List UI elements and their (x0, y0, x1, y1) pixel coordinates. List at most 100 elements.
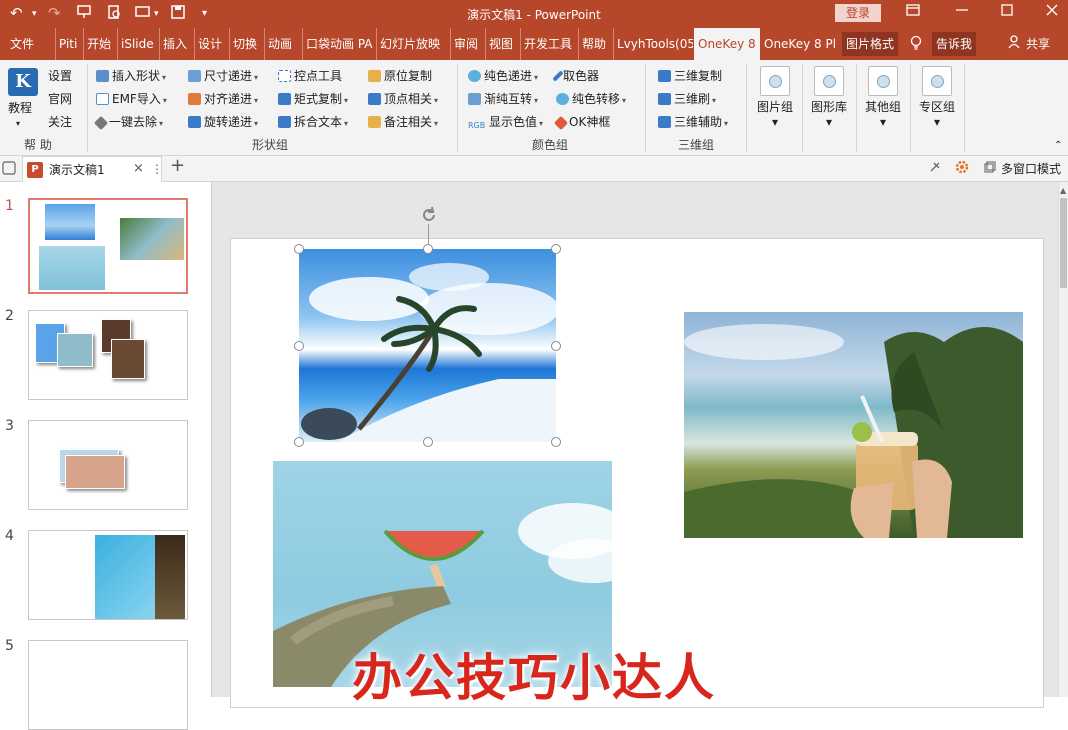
gear-icon[interactable] (955, 160, 969, 178)
show-color-value-button[interactable]: RGB 显示色值 ▾ (468, 114, 543, 132)
minimize-icon[interactable] (955, 3, 969, 21)
tab-menu-icon[interactable]: ⋮ (151, 161, 163, 177)
tab-islide[interactable]: iSlide (117, 28, 154, 60)
maximize-icon[interactable] (1000, 3, 1014, 21)
resize-handle[interactable] (294, 244, 304, 254)
resize-handle[interactable] (423, 244, 433, 254)
tab-help[interactable]: 帮助 (578, 28, 606, 60)
threed-brush-button[interactable]: 三维刷 ▾ (658, 91, 716, 109)
settings-button[interactable]: 设置 (48, 68, 72, 84)
ribbon-display-options-icon[interactable] (906, 3, 920, 21)
shape-library-button[interactable]: 图形库 ▾ (808, 100, 850, 130)
resize-handle[interactable] (423, 437, 433, 447)
resize-handle[interactable] (294, 437, 304, 447)
k-logo-icon[interactable]: K (8, 68, 38, 96)
matrix-copy-icon (278, 93, 291, 105)
solid-color-step-button[interactable]: 纯色递进 ▾ (468, 68, 538, 86)
align-step-button[interactable]: 对齐递进 ▾ (188, 91, 258, 109)
slide-thumbnail-1[interactable] (28, 198, 188, 294)
slide-thumbnail-4[interactable] (28, 530, 188, 620)
tab-review[interactable]: 审阅 (450, 28, 478, 60)
multi-window-mode-button[interactable]: 多窗口模式 (1001, 161, 1061, 177)
threed-copy-button[interactable]: 三维复制 (658, 68, 722, 84)
slide-thumbnail-pane: 1 2 3 4 5 (0, 182, 212, 730)
drink-beach-image[interactable] (684, 312, 1023, 538)
other-group-button[interactable]: 其他组 ▾ (862, 100, 904, 130)
tab-design[interactable]: 设计 (194, 28, 222, 60)
tab-transitions[interactable]: 切换 (229, 28, 257, 60)
insert-shape-button[interactable]: 插入形状 ▾ (96, 68, 166, 86)
gradient-solid-convert-button[interactable]: 渐纯互转 ▾ (468, 91, 538, 109)
slide-thumbnail-2[interactable] (28, 310, 188, 400)
multi-window-icon[interactable] (984, 161, 996, 177)
watermark-text: 办公技巧小达人 (352, 649, 716, 707)
powerpoint-file-icon: P (27, 162, 43, 178)
tab-onekey8-plus[interactable]: OneKey 8 Pl (764, 28, 840, 60)
one-click-remove-button[interactable]: 一键去除 ▾ (93, 114, 163, 132)
threed-brush-icon (658, 93, 671, 105)
resize-handle[interactable] (294, 341, 304, 351)
tab-insert[interactable]: 插入 (159, 28, 187, 60)
rotate-step-button[interactable]: 旋转递进 ▾ (188, 114, 258, 132)
pin-icon[interactable] (928, 160, 942, 178)
notes-related-button[interactable]: 备注相关 ▾ (368, 114, 438, 132)
tell-me-search[interactable]: 告诉我 (932, 32, 977, 56)
split-merge-icon (278, 116, 291, 128)
login-button[interactable]: 登录 (835, 4, 881, 22)
size-step-button[interactable]: 尺寸递进 ▾ (188, 68, 258, 86)
tab-lvyhtools[interactable]: LvyhTools(05 (613, 28, 693, 60)
tab-piti[interactable]: Piti (55, 28, 77, 60)
handle-tool-button[interactable]: 控点工具 (278, 68, 342, 84)
rotate-handle-icon[interactable] (419, 205, 439, 225)
document-tab-bar: P 演示文稿1 × ⋮ + 多窗口模式 (0, 156, 1068, 182)
color-transfer-icon (556, 93, 569, 105)
tab-home[interactable]: 开始 (83, 28, 111, 60)
tutorial-button[interactable]: 教程 (8, 100, 32, 116)
split-merge-text-button[interactable]: 拆合文本 ▾ (278, 114, 348, 132)
special-zone-icon[interactable] (922, 66, 952, 96)
align-step-icon (188, 93, 201, 105)
collapse-ribbon-icon[interactable]: ⌃ (1054, 138, 1062, 154)
tab-view[interactable]: 视图 (485, 28, 513, 60)
document-tab[interactable]: P 演示文稿1 × ⋮ (22, 156, 163, 182)
scroll-up-icon[interactable]: ▲ (1060, 186, 1066, 195)
group-separator (802, 64, 803, 152)
color-picker-button[interactable]: 取色器 (552, 68, 599, 84)
picture-group-icon[interactable] (760, 66, 790, 96)
shape-library-icon[interactable] (814, 66, 844, 96)
follow-button[interactable]: 关注 (48, 114, 72, 130)
tab-picture-format[interactable]: 图片格式 (842, 32, 899, 56)
website-button[interactable]: 官网 (48, 91, 72, 107)
beach-palm-image[interactable] (299, 249, 556, 442)
ok-magic-frame-button[interactable]: OK神框 (553, 114, 610, 131)
slide-thumbnail-3[interactable] (28, 420, 188, 510)
tab-developer[interactable]: 开发工具 (520, 28, 572, 60)
in-place-copy-button[interactable]: 原位复制 (368, 68, 432, 84)
resize-handle[interactable] (551, 341, 561, 351)
tab-onekey8[interactable]: OneKey 8 (694, 28, 760, 60)
tab-animations[interactable]: 动画 (264, 28, 292, 60)
other-group-icon[interactable] (868, 66, 898, 96)
resize-handle[interactable] (551, 244, 561, 254)
picture-group-button[interactable]: 图片组 ▾ (754, 100, 796, 130)
special-zone-button[interactable]: 专区组 ▾ (916, 100, 958, 130)
close-tab-icon[interactable]: × (133, 161, 144, 177)
pane-toggle-icon[interactable] (2, 161, 16, 179)
scrollbar-thumb[interactable] (1060, 198, 1067, 288)
threed-assist-button[interactable]: 三维辅助 ▾ (658, 114, 728, 132)
resize-handle[interactable] (551, 437, 561, 447)
tab-slideshow[interactable]: 幻灯片放映 (376, 28, 440, 60)
share-button[interactable]: 共享 (1026, 28, 1050, 60)
emf-import-button[interactable]: EMF导入 ▾ (96, 91, 167, 109)
user-icon[interactable] (1008, 28, 1020, 60)
vertex-icon (368, 93, 381, 105)
vertex-related-button[interactable]: 顶点相关 ▾ (368, 91, 438, 109)
new-tab-button[interactable]: + (170, 157, 185, 175)
solid-color-transfer-button[interactable]: 纯色转移 ▾ (556, 91, 626, 109)
matrix-copy-button[interactable]: 矩式复制 ▾ (278, 91, 348, 109)
tab-file[interactable]: 文件 (10, 28, 34, 60)
close-icon[interactable] (1045, 3, 1059, 21)
tab-pocket-animation[interactable]: 口袋动画 PA (302, 28, 373, 60)
vertical-scrollbar[interactable]: ▲ (1058, 182, 1068, 697)
slide-thumbnail-5[interactable] (28, 640, 188, 730)
